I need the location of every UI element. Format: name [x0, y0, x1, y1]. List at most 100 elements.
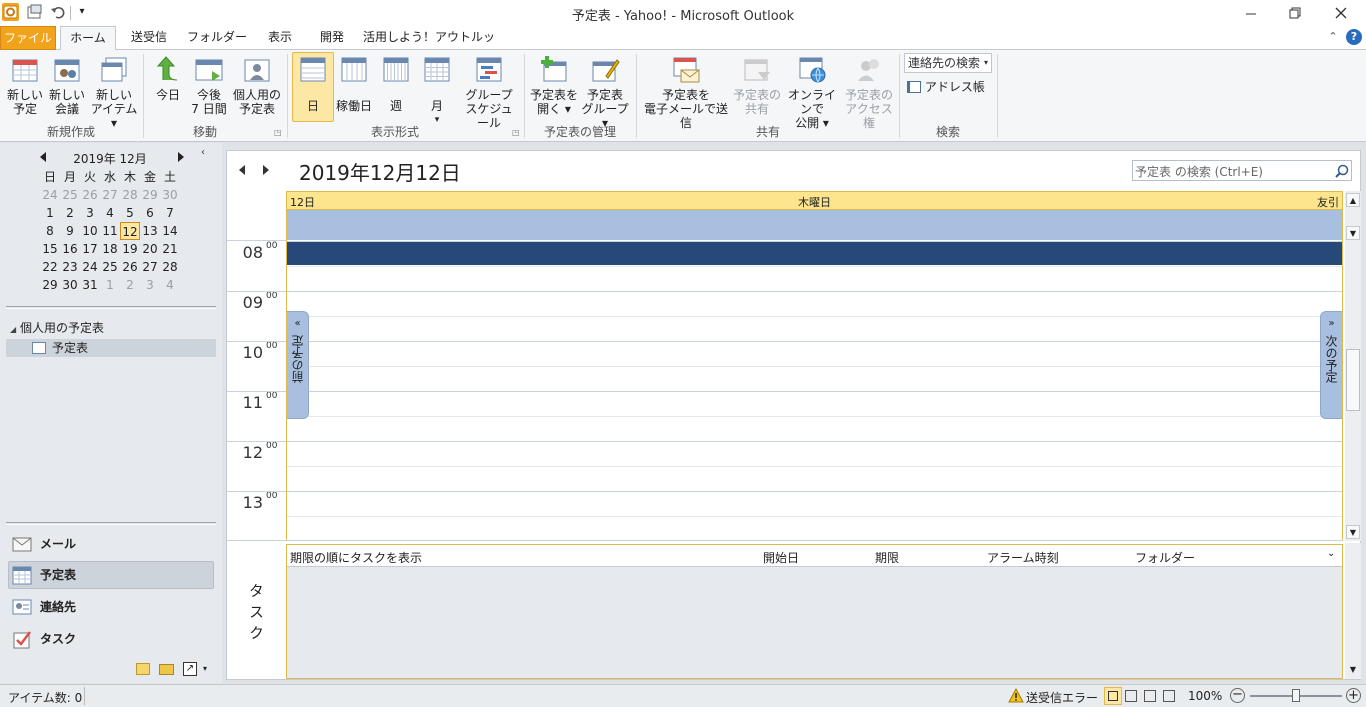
calendar-day[interactable]: 10: [80, 222, 100, 240]
collapse-ribbon-icon[interactable]: ⌃: [1326, 30, 1340, 44]
view-week-button[interactable]: 週: [378, 54, 414, 113]
zoom-slider-thumb[interactable]: [1292, 689, 1300, 702]
calendar-day[interactable]: 13: [140, 222, 160, 240]
address-book-button[interactable]: アドレス帳: [907, 79, 997, 95]
calendar-day[interactable]: 17: [80, 240, 100, 258]
compact-view-icon[interactable]: [1144, 690, 1156, 702]
notes-icon[interactable]: [136, 663, 150, 675]
calendar-day[interactable]: 7: [160, 204, 180, 222]
zoom-level[interactable]: 100%: [1188, 689, 1222, 703]
tab-developer[interactable]: 開発: [312, 26, 352, 50]
calendar-day[interactable]: 6: [140, 204, 160, 222]
vertical-scrollbar[interactable]: ▲ ▼ ▼: [1345, 191, 1361, 541]
nav-mail-button[interactable]: メール: [8, 531, 214, 557]
calendar-day[interactable]: 1: [100, 276, 120, 294]
scroll-up-icon[interactable]: ▲: [1346, 193, 1360, 207]
calendar-day[interactable]: 8: [40, 222, 60, 240]
send-receive-error[interactable]: 送受信エラー: [1026, 689, 1098, 706]
dialog-launcher-icon[interactable]: ◳: [512, 128, 520, 137]
view-work-week-button[interactable]: 稼働日: [334, 54, 374, 113]
tab-home[interactable]: ホーム: [60, 26, 116, 51]
calendar-day[interactable]: 2: [60, 204, 80, 222]
calendar-day[interactable]: 27: [100, 186, 120, 204]
calendar-day[interactable]: 24: [40, 186, 60, 204]
calendar-day[interactable]: 30: [60, 276, 80, 294]
nav-calendar-button[interactable]: 予定表: [8, 561, 214, 589]
personal-calendar-button[interactable]: 個人用の 予定表: [232, 54, 282, 116]
view-day-button[interactable]: 日: [292, 54, 334, 113]
help-icon[interactable]: ?: [1346, 29, 1362, 45]
tab-view[interactable]: 表示: [260, 26, 300, 50]
calendar-day[interactable]: 22: [40, 258, 60, 276]
new-meeting-button[interactable]: 新しい 会議: [46, 54, 88, 116]
task-col-subject[interactable]: 期限の順にタスクを表示: [290, 549, 422, 566]
tab-campaign[interactable]: 活用しよう！アウトルック: [362, 26, 496, 66]
email-calendar-button[interactable]: 予定表を 電子メールで送信: [642, 54, 730, 130]
task-col-folder[interactable]: フォルダー: [1135, 549, 1195, 566]
task-list[interactable]: 期限の順にタスクを表示 開始日 期限 アラーム時刻 フォルダー ⌄: [286, 544, 1343, 679]
tab-folder[interactable]: フォルダー: [186, 26, 248, 50]
calendar-day[interactable]: 11: [100, 222, 120, 240]
calendar-day[interactable]: 3: [80, 204, 100, 222]
previous-appointment-button[interactable]: « 前の予定: [287, 311, 309, 419]
share-calendar-button[interactable]: 予定表の 共有: [732, 54, 782, 116]
dialog-launcher-icon[interactable]: ◳: [274, 128, 282, 137]
calendar-day[interactable]: 24: [80, 258, 100, 276]
minimize-icon[interactable]: [1236, 3, 1266, 23]
scroll-down-icon[interactable]: ▼: [1346, 663, 1360, 677]
new-appointment-button[interactable]: 新しい 予定: [4, 54, 46, 116]
schedule-view-button[interactable]: グループ スケジュール: [460, 54, 518, 130]
calendar-day[interactable]: 25: [100, 258, 120, 276]
calendar-permissions-button[interactable]: 予定表の アクセス権: [842, 54, 896, 130]
calendar-day[interactable]: 18: [100, 240, 120, 258]
calendar-day[interactable]: 23: [60, 258, 80, 276]
calendar-day[interactable]: 16: [60, 240, 80, 258]
restore-icon[interactable]: [1280, 3, 1310, 23]
view-month-button[interactable]: 月 ▾: [418, 54, 456, 127]
calendar-day[interactable]: 25: [60, 186, 80, 204]
next-appointment-button[interactable]: » 次の予定: [1320, 311, 1342, 419]
calendar-day[interactable]: 12: [120, 222, 140, 240]
task-col-reminder[interactable]: アラーム時刻: [987, 549, 1059, 566]
calendar-day[interactable]: 2: [120, 276, 140, 294]
task-col-due[interactable]: 期限: [875, 549, 899, 566]
nav-contacts-button[interactable]: 連絡先: [8, 594, 214, 620]
calendar-day[interactable]: 14: [160, 222, 180, 240]
scroll-down-icon[interactable]: ▼: [1346, 525, 1360, 539]
calendar-day[interactable]: 19: [120, 240, 140, 258]
calendar-day[interactable]: 4: [160, 276, 180, 294]
tab-send-receive[interactable]: 送受信: [124, 26, 174, 50]
calendar-day[interactable]: 9: [60, 222, 80, 240]
today-button[interactable]: 今日: [150, 54, 186, 102]
calendar-day[interactable]: 28: [120, 186, 140, 204]
close-icon[interactable]: [1326, 3, 1356, 23]
shortcuts-icon[interactable]: ↗: [183, 662, 197, 676]
calendar-day[interactable]: 5: [120, 204, 140, 222]
calendar-day[interactable]: 4: [100, 204, 120, 222]
zoom-in-icon[interactable]: +: [1346, 688, 1361, 703]
nav-tasks-button[interactable]: タスク: [8, 626, 214, 652]
publish-online-button[interactable]: オンラインで 公開 ▾: [784, 54, 840, 130]
normal-view-icon[interactable]: [1104, 687, 1122, 705]
nav-splitter[interactable]: [6, 522, 216, 525]
calendar-day[interactable]: 29: [40, 276, 60, 294]
tab-file[interactable]: ファイル: [0, 26, 56, 50]
configure-buttons-icon[interactable]: ▾: [203, 664, 207, 673]
preview-view-icon[interactable]: [1163, 690, 1175, 702]
calendar-groups-button[interactable]: 予定表 グループ ▾: [580, 54, 630, 130]
calendar-folder-item[interactable]: 予定表: [6, 339, 216, 357]
reading-view-icon[interactable]: [1125, 690, 1137, 702]
calendar-day[interactable]: 31: [80, 276, 100, 294]
next-month-icon[interactable]: [176, 152, 186, 162]
calendar-day[interactable]: 3: [140, 276, 160, 294]
my-calendars-group[interactable]: ◢ 個人用の予定表: [10, 319, 104, 336]
scroll-thumb[interactable]: [1346, 349, 1360, 411]
calendar-day[interactable]: 29: [140, 186, 160, 204]
new-items-button[interactable]: 新しい アイテム ▾: [90, 54, 138, 130]
open-calendar-button[interactable]: 予定表を 開く ▾: [530, 54, 578, 116]
calendar-day[interactable]: 1: [40, 204, 60, 222]
calendar-day[interactable]: 20: [140, 240, 160, 258]
scroll-down-icon[interactable]: ▼: [1346, 226, 1360, 240]
calendar-day[interactable]: 27: [140, 258, 160, 276]
task-scrollbar[interactable]: ▼: [1345, 543, 1361, 679]
